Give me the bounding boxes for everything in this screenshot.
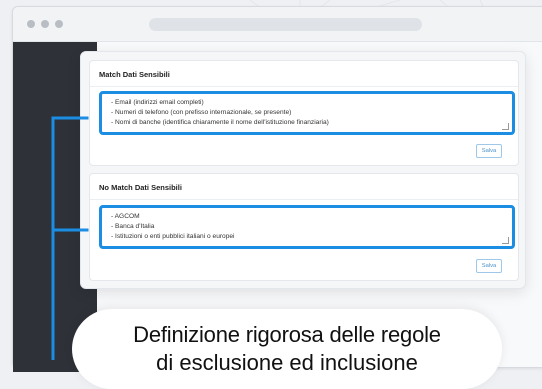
card-divider — [90, 86, 518, 87]
match-rules-textarea[interactable]: - Email (indirizzi email completi) - Num… — [99, 91, 515, 135]
textarea-line: - Numeri di telefono (con prefisso inter… — [111, 109, 292, 116]
textarea-line: - AGCOM — [111, 213, 140, 220]
window-maximize-dot[interactable] — [55, 20, 63, 28]
no-match-card: No Match Dati Sensibili - AGCOM - Banca … — [89, 173, 519, 281]
caption-line-1: Definizione rigorosa delle regole — [133, 322, 441, 347]
no-match-save-button[interactable]: Salva — [476, 259, 502, 273]
card-divider — [90, 199, 518, 200]
match-card: Match Dati Sensibili - Email (indirizzi … — [89, 60, 519, 166]
no-match-rules-textarea[interactable]: - AGCOM - Banca d'Italia - Istituzioni o… — [99, 205, 515, 249]
textarea-line: - Banca d'Italia — [111, 223, 155, 230]
resize-handle-icon[interactable] — [502, 237, 509, 244]
match-save-button[interactable]: Salva — [476, 144, 502, 158]
address-bar[interactable] — [149, 18, 422, 31]
window-minimize-dot[interactable] — [41, 20, 49, 28]
textarea-line: - Istituzioni o enti pubblici italiani o… — [111, 233, 235, 240]
window-titlebar — [13, 7, 542, 42]
textarea-line: - Nomi di banche (identifica chiaramente… — [111, 119, 329, 126]
caption-bubble: Definizione rigorosa delle regole di esc… — [72, 309, 502, 389]
rules-panel: Match Dati Sensibili - Email (indirizzi … — [80, 51, 526, 289]
match-card-title: Match Dati Sensibili — [99, 70, 170, 79]
textarea-line: - Email (indirizzi email completi) — [111, 99, 204, 106]
no-match-card-title: No Match Dati Sensibili — [99, 183, 182, 192]
window-close-dot[interactable] — [27, 20, 35, 28]
resize-handle-icon[interactable] — [502, 123, 509, 130]
caption-line-2: di esclusione ed inclusione — [156, 350, 418, 375]
